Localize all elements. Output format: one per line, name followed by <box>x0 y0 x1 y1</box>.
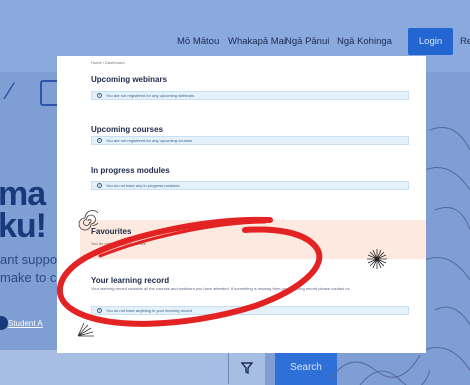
filter-icon <box>241 361 253 374</box>
red-circle-annotation <box>56 216 323 327</box>
notice-text: You do not have any in progress modules <box>106 183 180 188</box>
section-title-courses: Upcoming courses <box>91 125 164 134</box>
notice-courses: i You are not registered for any upcomin… <box>91 136 409 145</box>
nav-link-contact[interactable]: Whakapā Mai <box>228 36 286 47</box>
login-button[interactable]: Login <box>408 28 453 55</box>
student-link[interactable]: Student A <box>8 319 43 328</box>
info-icon: i <box>97 183 102 188</box>
chevron-icon: ⁄ <box>8 78 13 105</box>
nav-link-collections[interactable]: Ngā Kohinga <box>337 36 392 47</box>
pattern-decoration <box>425 127 470 371</box>
nav-link-about[interactable]: Mō Mātou <box>177 36 219 47</box>
filter-button[interactable] <box>228 351 265 384</box>
section-title-modules: In progress modules <box>91 166 170 175</box>
student-icon <box>0 316 8 330</box>
info-icon: i <box>97 93 102 98</box>
info-icon: i <box>97 138 102 143</box>
hero-text-line1: ant suppo <box>0 252 58 267</box>
nav-link-register[interactable]: Re <box>460 36 470 47</box>
search-input[interactable] <box>0 350 265 385</box>
notice-webinars: i You are not registered for any upcomin… <box>91 91 409 100</box>
hero-text-line2: make to c <box>0 270 57 285</box>
nav-link-news[interactable]: Ngā Pānui <box>285 36 329 47</box>
hero-heading-line2: ku! <box>0 207 47 245</box>
notice-text: You are not registered for any upcoming … <box>106 138 193 143</box>
breadcrumb[interactable]: Home / Dashboard <box>91 60 125 65</box>
starburst-doodle-icon <box>367 249 387 269</box>
notice-text: You are not registered for any upcoming … <box>106 93 195 98</box>
section-title-webinars: Upcoming webinars <box>91 75 168 84</box>
search-button[interactable]: Search <box>275 350 337 385</box>
notice-modules: i You do not have any in progress module… <box>91 181 409 190</box>
